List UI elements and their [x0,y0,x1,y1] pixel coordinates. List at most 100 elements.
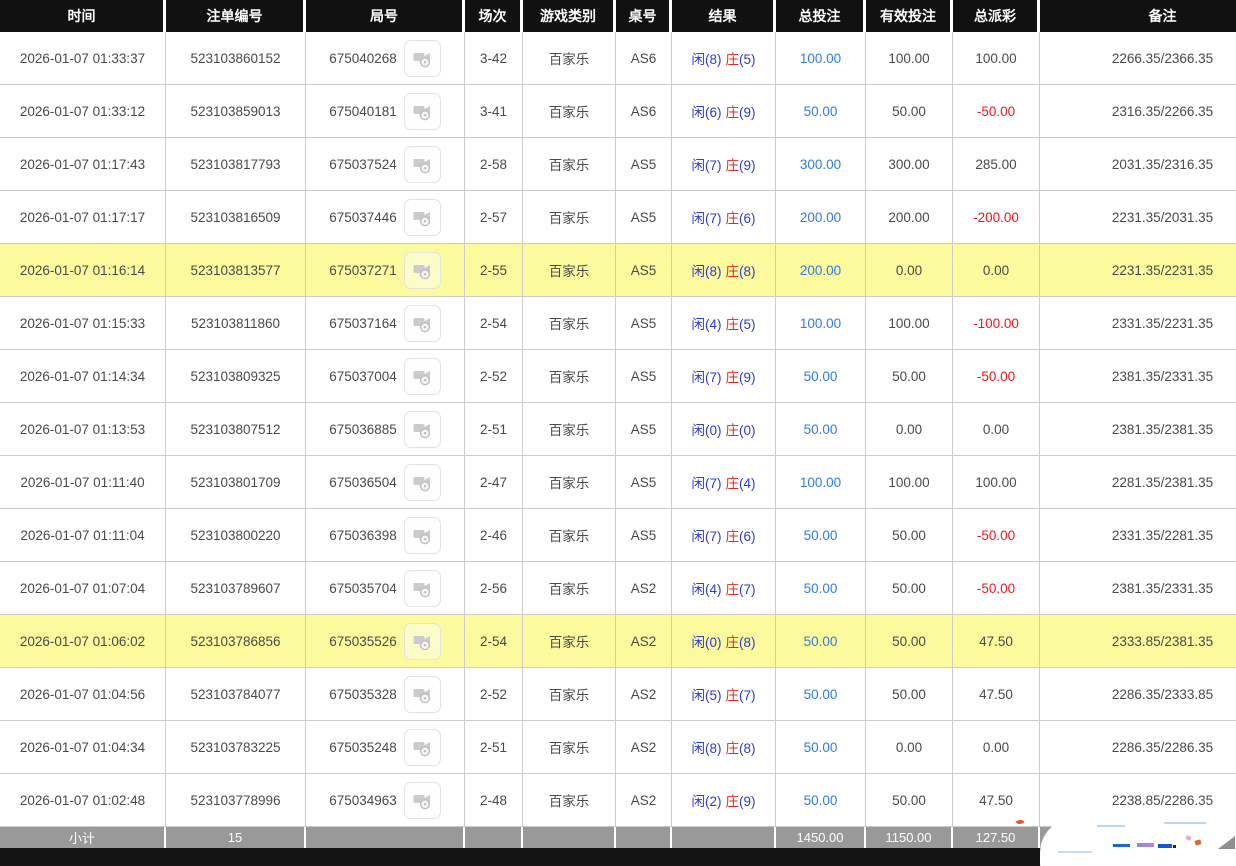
round-id-value: 675035526 [329,633,397,649]
round-id-value: 675037524 [329,156,397,172]
bet-id-cell: 523103801709 [166,456,306,509]
total-bet-cell: 200.00 [776,191,866,244]
session-cell: 2-51 [465,721,523,774]
banker-label: 庄 [725,794,740,809]
session-value: 2-52 [479,686,508,702]
remark-cell: 2286.35/2333.85 [1040,668,1236,721]
time-value: 2026-01-07 01:16:14 [19,262,146,278]
session-cell: 2-46 [465,509,523,562]
video-replay-button[interactable] [403,516,441,554]
total-payout-value: 0.00 [982,739,1010,755]
video-replay-button[interactable] [403,463,441,501]
bet-id-value: 523103859013 [190,103,281,119]
total-bet-link[interactable]: 300.00 [800,157,841,172]
video-replay-icon [412,578,433,599]
result-cell: 闲(8) 庄(5) [672,32,776,85]
remark-cell: 2231.35/2031.35 [1040,191,1236,244]
game-type-value: 百家乐 [548,105,590,120]
time-cell: 2026-01-07 01:11:40 [0,456,166,509]
valid-bet-value: 50.00 [892,686,926,702]
session-cell: 2-58 [465,138,523,191]
session-cell: 3-42 [465,32,523,85]
time-cell: 2026-01-07 01:13:53 [0,403,166,456]
game-type-value: 百家乐 [548,635,590,650]
game-type-value: 百家乐 [548,794,590,809]
total-payout-value: -50.00 [976,103,1016,119]
total-bet-link[interactable]: 50.00 [804,793,838,808]
total-bet-cell: 50.00 [776,85,866,138]
valid-bet-value: 0.00 [895,421,923,437]
player-score: (8) [705,264,722,279]
watermark-dot [1173,845,1176,848]
table-no-value: AS5 [630,421,657,437]
table-row: 2026-01-07 01:04:34 523103783225 6750352… [0,721,1236,774]
remark-value: 2331.35/2281.35 [1111,527,1214,543]
video-replay-button[interactable] [403,92,441,130]
bet-id-value: 523103786856 [190,633,281,649]
session-cell: 2-52 [465,350,523,403]
total-bet-link[interactable]: 50.00 [804,687,838,702]
round-id-cell: 675034963 [306,774,465,827]
banker-score: (5) [739,317,756,332]
bet-id-value: 523103783225 [190,739,281,755]
total-bet-link[interactable]: 50.00 [804,369,838,384]
total-bet-link[interactable]: 50.00 [804,581,838,596]
subtotal-total-bet: 1450.00 [776,827,866,848]
total-bet-link[interactable]: 100.00 [800,51,841,66]
remark-value: 2266.35/2366.35 [1111,50,1214,66]
session-cell: 2-48 [465,774,523,827]
total-bet-link[interactable]: 100.00 [800,475,841,490]
game-type-cell: 百家乐 [523,403,616,456]
bet-id-cell: 523103860152 [166,32,306,85]
total-bet-link[interactable]: 200.00 [800,263,841,278]
table-no-value: AS5 [630,315,657,331]
total-bet-link[interactable]: 50.00 [804,528,838,543]
video-replay-button[interactable] [403,728,441,766]
table-no-cell: AS5 [616,138,672,191]
table-no-cell: AS5 [616,509,672,562]
banker-score: (8) [739,264,756,279]
table-row: 2026-01-07 01:06:02 523103786856 6750355… [0,615,1236,668]
round-id-cell: 675035248 [306,721,465,774]
total-bet-link[interactable]: 100.00 [800,316,841,331]
total-payout-cell: 0.00 [953,403,1040,456]
round-id-value: 675036504 [329,474,397,490]
round-id-cell: 675037164 [306,297,465,350]
total-payout-value: 285.00 [975,156,1017,172]
total-payout-value: 47.50 [979,792,1013,808]
round-id-cell: 675035526 [306,615,465,668]
total-bet-link[interactable]: 50.00 [804,104,838,119]
total-payout-cell: -50.00 [953,509,1040,562]
remark-cell: 2381.35/2331.35 [1040,562,1236,615]
bet-id-value: 523103801709 [190,474,281,490]
video-replay-button[interactable] [403,39,441,77]
time-value: 2026-01-07 01:11:04 [20,527,145,543]
video-replay-button[interactable] [403,198,441,236]
banker-label: 庄 [725,476,740,491]
col-header-result: 结果 [672,0,776,32]
video-replay-button[interactable] [403,145,441,183]
video-replay-button[interactable] [403,251,441,289]
session-cell: 2-55 [465,244,523,297]
total-bet-link[interactable]: 50.00 [804,740,838,755]
video-replay-button[interactable] [403,675,441,713]
game-type-cell: 百家乐 [523,297,616,350]
subtotal-row: 小计 15 1450.00 1150.00 127.50 [0,827,1236,848]
valid-bet-value: 50.00 [892,103,926,119]
video-replay-button[interactable] [403,569,441,607]
valid-bet-value: 200.00 [888,209,930,225]
total-bet-link[interactable]: 200.00 [800,210,841,225]
total-bet-link[interactable]: 50.00 [804,634,838,649]
session-value: 2-46 [479,527,508,543]
video-replay-button[interactable] [403,357,441,395]
round-id-cell: 675037446 [306,191,465,244]
banker-score: (6) [739,529,756,544]
total-bet-link[interactable]: 50.00 [804,422,838,437]
video-replay-button[interactable] [403,781,441,819]
video-replay-button[interactable] [403,410,441,448]
video-replay-button[interactable] [403,304,441,342]
video-replay-button[interactable] [403,622,441,660]
table-no-cell: AS5 [616,456,672,509]
valid-bet-value: 100.00 [888,315,930,331]
table-no-cell: AS5 [616,350,672,403]
